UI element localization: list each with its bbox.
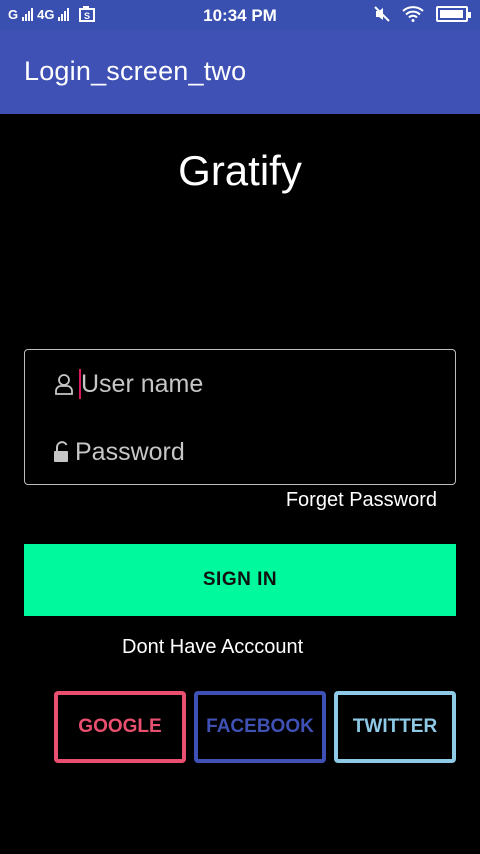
facebook-button[interactable]: FACEBOOK <box>194 691 326 763</box>
login-form: User name Password <box>24 349 456 485</box>
password-field[interactable]: Password <box>53 432 185 472</box>
password-placeholder: Password <box>75 437 185 466</box>
username-placeholder: User name <box>81 369 204 398</box>
sign-in-button[interactable]: SIGN IN <box>24 544 456 616</box>
user-icon <box>55 374 73 395</box>
app-bar: Login_screen_two <box>0 30 480 114</box>
status-bar: G 4G S 10:34 PM <box>0 0 480 30</box>
app-title: Login_screen_two <box>24 56 247 86</box>
username-field[interactable]: User name <box>53 364 203 404</box>
no-account-link[interactable]: Dont Have Acccount <box>122 636 303 659</box>
google-button[interactable]: GOOGLE <box>54 691 186 763</box>
twitter-button[interactable]: TWITTER <box>334 691 456 763</box>
battery-icon <box>436 6 471 22</box>
lock-icon <box>54 441 68 462</box>
mute-icon <box>374 6 390 22</box>
wifi-icon <box>402 6 424 22</box>
forget-password-link[interactable]: Forget Password <box>286 489 437 512</box>
brand-title: Gratify <box>178 147 302 194</box>
status-right <box>374 6 471 22</box>
